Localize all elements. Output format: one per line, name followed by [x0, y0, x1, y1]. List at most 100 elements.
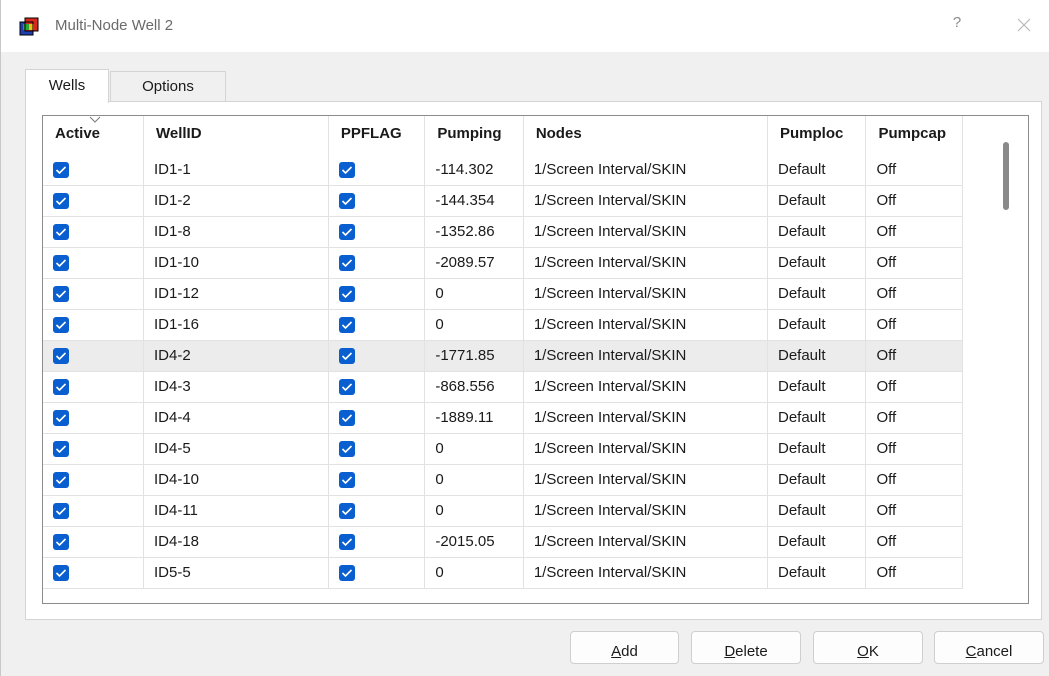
table-row[interactable]: ID1-12 0 1/Screen Interval/SKIN Default Off — [43, 278, 963, 310]
active-checkbox[interactable] — [53, 565, 69, 582]
cell-wellid[interactable]: ID4-3 — [143, 371, 329, 403]
cell-pumpcap[interactable]: Off — [865, 557, 963, 589]
table-row[interactable]: ID4-3 -868.556 1/Screen Interval/SKIN Defau… — [43, 371, 963, 403]
table-row[interactable]: ID1-1 -114.302 1/Screen Interval/SKIN Defau… — [43, 154, 963, 186]
table-row[interactable]: ID1-10 -2089.57 1/Screen Interval/SKIN Defa… — [43, 247, 963, 279]
column-header-nodes[interactable]: Nodes — [523, 116, 769, 154]
vertical-scrollbar[interactable] — [992, 116, 1028, 603]
cell-wellid[interactable]: ID4-11 — [143, 495, 329, 527]
cell-wellid[interactable]: ID4-4 — [143, 402, 329, 434]
ppflag-checkbox[interactable] — [338, 565, 355, 582]
ppflag-checkbox[interactable] — [338, 379, 355, 396]
cell-wellid[interactable]: ID1-12 — [143, 278, 329, 310]
cell-pumping[interactable]: 0 — [424, 309, 524, 341]
cell-nodes[interactable]: 1/Screen Interval/SKIN — [523, 402, 769, 434]
cell-nodes[interactable]: 1/Screen Interval/SKIN — [523, 185, 769, 217]
cell-nodes[interactable]: 1/Screen Interval/SKIN — [523, 433, 769, 465]
cell-pumpcap[interactable]: Off — [865, 464, 963, 496]
table-row[interactable]: ID1-8 -1352.86 1/Screen Interval/SKIN Defau… — [43, 216, 963, 248]
ppflag-checkbox[interactable] — [338, 472, 355, 489]
cell-nodes[interactable]: 1/Screen Interval/SKIN — [523, 340, 769, 372]
cell-nodes[interactable]: 1/Screen Interval/SKIN — [523, 557, 769, 589]
ppflag-checkbox[interactable] — [338, 193, 355, 210]
ppflag-checkbox[interactable] — [338, 348, 355, 365]
column-header-pumpcap[interactable]: Pumpcap — [865, 116, 963, 154]
cell-pumploc[interactable]: Default — [767, 309, 867, 341]
cell-pumping[interactable]: 0 — [424, 278, 524, 310]
cell-nodes[interactable]: 1/Screen Interval/SKIN — [523, 247, 769, 279]
active-checkbox[interactable] — [53, 224, 69, 241]
table-row[interactable]: ID4-11 0 1/Screen Interval/SKIN Default Off — [43, 495, 963, 527]
active-checkbox[interactable] — [53, 534, 69, 551]
active-checkbox[interactable] — [53, 161, 69, 178]
cell-wellid[interactable]: ID4-10 — [143, 464, 329, 496]
active-checkbox[interactable] — [53, 317, 69, 334]
cell-pumping[interactable]: -2089.57 — [424, 247, 524, 279]
ppflag-checkbox[interactable] — [338, 255, 355, 272]
cell-pumpcap[interactable]: Off — [865, 526, 963, 558]
cell-pumploc[interactable]: Default — [767, 464, 867, 496]
cell-pumploc[interactable]: Default — [767, 371, 867, 403]
cell-pumping[interactable]: -1889.11 — [424, 402, 524, 434]
table-row[interactable]: ID1-2 -144.354 1/Screen Interval/SKIN Defau… — [43, 185, 963, 217]
table-row[interactable]: ID4-5 0 1/Screen Interval/SKIN Default Off — [43, 433, 963, 465]
cell-pumping[interactable]: 0 — [424, 495, 524, 527]
cell-pumploc[interactable]: Default — [767, 216, 867, 248]
cell-pumpcap[interactable]: Off — [865, 185, 963, 217]
cell-pumping[interactable]: -144.354 — [424, 185, 524, 217]
cell-pumploc[interactable]: Default — [767, 526, 867, 558]
active-checkbox[interactable] — [53, 286, 69, 303]
cell-pumploc[interactable]: Default — [767, 495, 867, 527]
cell-pumpcap[interactable]: Off — [865, 309, 963, 341]
cell-wellid[interactable]: ID1-2 — [143, 185, 329, 217]
column-header-pumping[interactable]: Pumping — [424, 116, 524, 154]
cell-pumploc[interactable]: Default — [767, 402, 867, 434]
cell-wellid[interactable]: ID5-5 — [143, 557, 329, 589]
cell-wellid[interactable]: ID1-8 — [143, 216, 329, 248]
close-icon[interactable] — [1011, 12, 1037, 38]
table-row[interactable]: ID5-5 0 1/Screen Interval/SKIN Default Off — [43, 557, 963, 589]
cell-pumploc[interactable]: Default — [767, 557, 867, 589]
cell-nodes[interactable]: 1/Screen Interval/SKIN — [523, 216, 769, 248]
cell-wellid[interactable]: ID4-2 — [143, 340, 329, 372]
cell-nodes[interactable]: 1/Screen Interval/SKIN — [523, 526, 769, 558]
cell-nodes[interactable]: 1/Screen Interval/SKIN — [523, 464, 769, 496]
cell-wellid[interactable]: ID4-5 — [143, 433, 329, 465]
table-row[interactable]: ID4-18 -2015.05 1/Screen Interval/SKIN Defa… — [43, 526, 963, 558]
delete-button[interactable]: Delete — [691, 631, 801, 664]
help-icon[interactable]: ? — [947, 14, 967, 38]
tab-options[interactable]: Options — [110, 71, 226, 102]
scrollbar-thumb[interactable] — [1003, 142, 1009, 210]
table-row[interactable]: ID4-2 -1771.85 1/Screen Interval/SKIN Defau… — [43, 340, 963, 372]
active-checkbox[interactable] — [53, 379, 69, 396]
cell-pumping[interactable]: 0 — [424, 433, 524, 465]
ppflag-checkbox[interactable] — [338, 534, 355, 551]
cell-wellid[interactable]: ID1-16 — [143, 309, 329, 341]
ppflag-checkbox[interactable] — [338, 503, 355, 520]
column-header-pumploc[interactable]: Pumploc — [767, 116, 867, 154]
cell-pumploc[interactable]: Default — [767, 154, 867, 186]
add-button[interactable]: Add — [570, 631, 679, 664]
cell-wellid[interactable]: ID4-18 — [143, 526, 329, 558]
cell-pumping[interactable]: -868.556 — [424, 371, 524, 403]
cell-pumploc[interactable]: Default — [767, 185, 867, 217]
table-row[interactable]: ID4-4 -1889.11 1/Screen Interval/SKIN Defau… — [43, 402, 963, 434]
cell-pumpcap[interactable]: Off — [865, 433, 963, 465]
active-checkbox[interactable] — [53, 472, 69, 489]
active-checkbox[interactable] — [53, 503, 69, 520]
active-checkbox[interactable] — [53, 348, 69, 365]
cell-pumploc[interactable]: Default — [767, 340, 867, 372]
cell-nodes[interactable]: 1/Screen Interval/SKIN — [523, 278, 769, 310]
cell-nodes[interactable]: 1/Screen Interval/SKIN — [523, 309, 769, 341]
cell-pumping[interactable]: -114.302 — [424, 154, 524, 186]
cell-pumpcap[interactable]: Off — [865, 216, 963, 248]
cell-nodes[interactable]: 1/Screen Interval/SKIN — [523, 495, 769, 527]
cell-pumpcap[interactable]: Off — [865, 340, 963, 372]
table-row[interactable]: ID1-16 0 1/Screen Interval/SKIN Default Off — [43, 309, 963, 341]
cell-pumping[interactable]: -1352.86 — [424, 216, 524, 248]
cell-pumpcap[interactable]: Off — [865, 371, 963, 403]
active-checkbox[interactable] — [53, 193, 69, 210]
active-checkbox[interactable] — [53, 410, 69, 427]
cell-nodes[interactable]: 1/Screen Interval/SKIN — [523, 371, 769, 403]
cell-pumping[interactable]: -2015.05 — [424, 526, 524, 558]
